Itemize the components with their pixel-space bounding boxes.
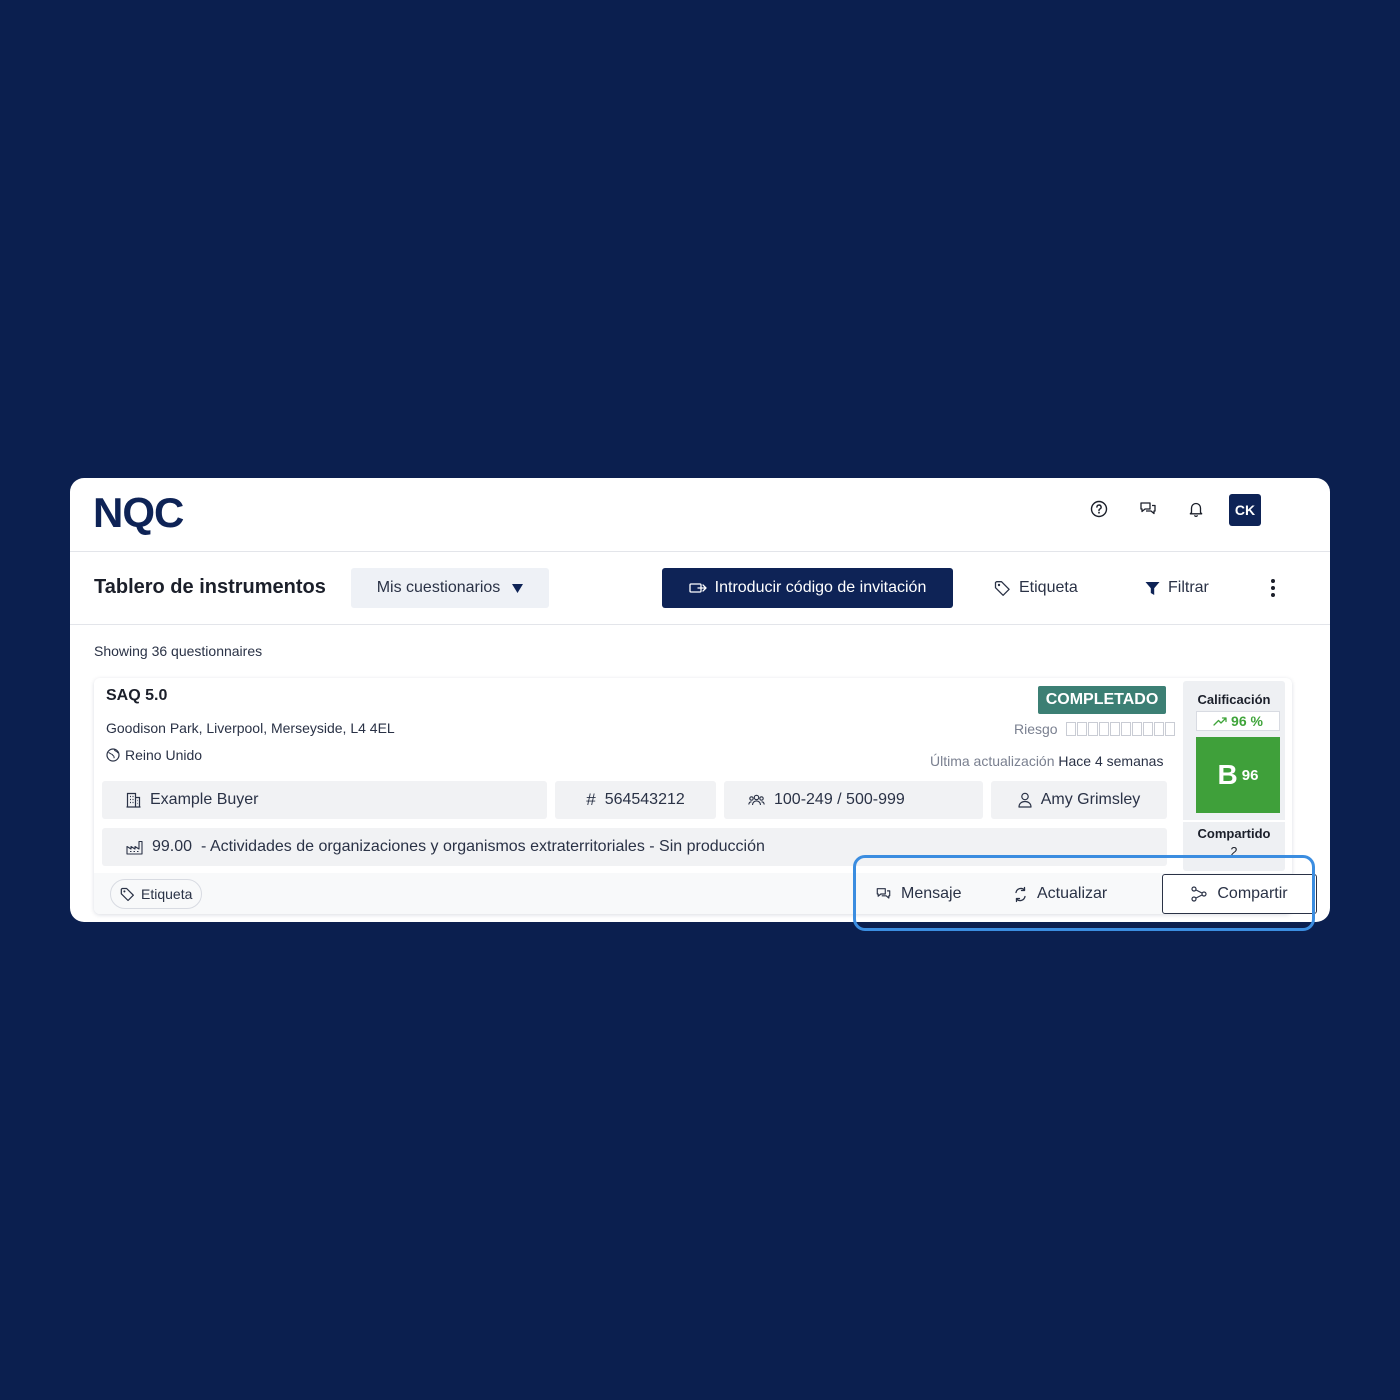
tag-pill-label: Etiqueta (141, 886, 193, 902)
contact-chip: Amy Grimsley (991, 781, 1167, 819)
factory-icon (126, 840, 143, 855)
id-number: 564543212 (604, 791, 685, 808)
last-updated-value: Hace 4 semanas (1058, 753, 1164, 769)
score-panel: Calificación 96 % B 96 Compartido 2 (1183, 681, 1285, 871)
enter-invite-code-button[interactable]: Introducir código de invitación (662, 568, 953, 608)
questionnaire-title[interactable]: SAQ 5.0 (106, 687, 167, 705)
contact-name: Amy Grimsley (1040, 791, 1141, 808)
employees-chip: 100-249 / 500-999 (724, 781, 983, 819)
questionnaire-count: Showing 36 questionnaires (94, 643, 263, 659)
questionnaire-filter-dropdown[interactable]: Mis cuestionarios (351, 568, 549, 608)
tag-button[interactable]: Etiqueta (994, 568, 1078, 608)
buyer-chip: Example Buyer (102, 781, 547, 819)
risk-meter (1065, 722, 1175, 736)
globe-icon (106, 748, 120, 762)
risk-indicator: Riesgo (1014, 721, 1175, 737)
actions-highlight (853, 855, 1315, 931)
building-icon (126, 792, 141, 808)
messages-icon[interactable] (1137, 498, 1159, 520)
invite-button-label: Introducir código de invitación (714, 579, 927, 596)
industry-code: 99.00 (152, 838, 193, 855)
people-icon (748, 794, 765, 806)
risk-label: Riesgo (1014, 721, 1058, 737)
hash-icon: # (586, 790, 596, 809)
score-title: Calificación (1197, 692, 1271, 707)
help-icon[interactable] (1088, 498, 1110, 520)
tag-button-label: Etiqueta (1019, 579, 1078, 596)
buyer-name: Example Buyer (150, 791, 259, 808)
score-trend: 96 % (1196, 711, 1280, 731)
last-updated-label: Última actualización (930, 753, 1055, 769)
filter-button[interactable]: Filtrar (1145, 568, 1209, 608)
supplier-address: Goodison Park, Liverpool, Merseyside, L4… (106, 720, 395, 736)
user-avatar[interactable]: CK (1229, 494, 1261, 526)
last-updated: Última actualización Hace 4 semanas (930, 753, 1163, 769)
top-bar: NQC CK (70, 478, 1330, 552)
dashboard-toolbar: Tablero de instrumentos Mis cuestionario… (70, 552, 1330, 625)
grade-badge: B 96 (1196, 737, 1280, 813)
grade-letter: B (1217, 759, 1238, 790)
user-icon (1018, 792, 1032, 808)
country-label: Reino Unido (125, 747, 203, 763)
nqc-logo[interactable]: NQC (93, 489, 184, 537)
industry-description: - Actividades de organizaciones y organi… (201, 838, 765, 855)
more-options-icon[interactable] (1263, 576, 1283, 600)
filter-button-label: Filtrar (1168, 579, 1209, 596)
page-title: Tablero de instrumentos (94, 576, 326, 598)
id-number-chip: # 564543212 (555, 781, 716, 819)
filter-icon (1145, 581, 1160, 595)
score-divider (1183, 820, 1285, 822)
grade-value: 96 (1241, 766, 1259, 784)
score-trend-value: 96 % (1231, 713, 1263, 729)
status-badge: COMPLETADO (1038, 686, 1166, 714)
employee-range: 100-249 / 500-999 (774, 791, 905, 808)
tag-icon (120, 887, 134, 901)
add-tag-pill[interactable]: Etiqueta (110, 879, 203, 909)
supplier-country: Reino Unido (106, 747, 202, 763)
invite-code-icon (689, 583, 707, 593)
shared-label: Compartido (1197, 826, 1271, 841)
trend-up-icon (1213, 717, 1227, 726)
tag-icon (994, 580, 1010, 596)
dropdown-label: Mis cuestionarios (376, 579, 501, 596)
caret-down-icon (512, 583, 524, 593)
bell-icon[interactable] (1185, 498, 1207, 520)
